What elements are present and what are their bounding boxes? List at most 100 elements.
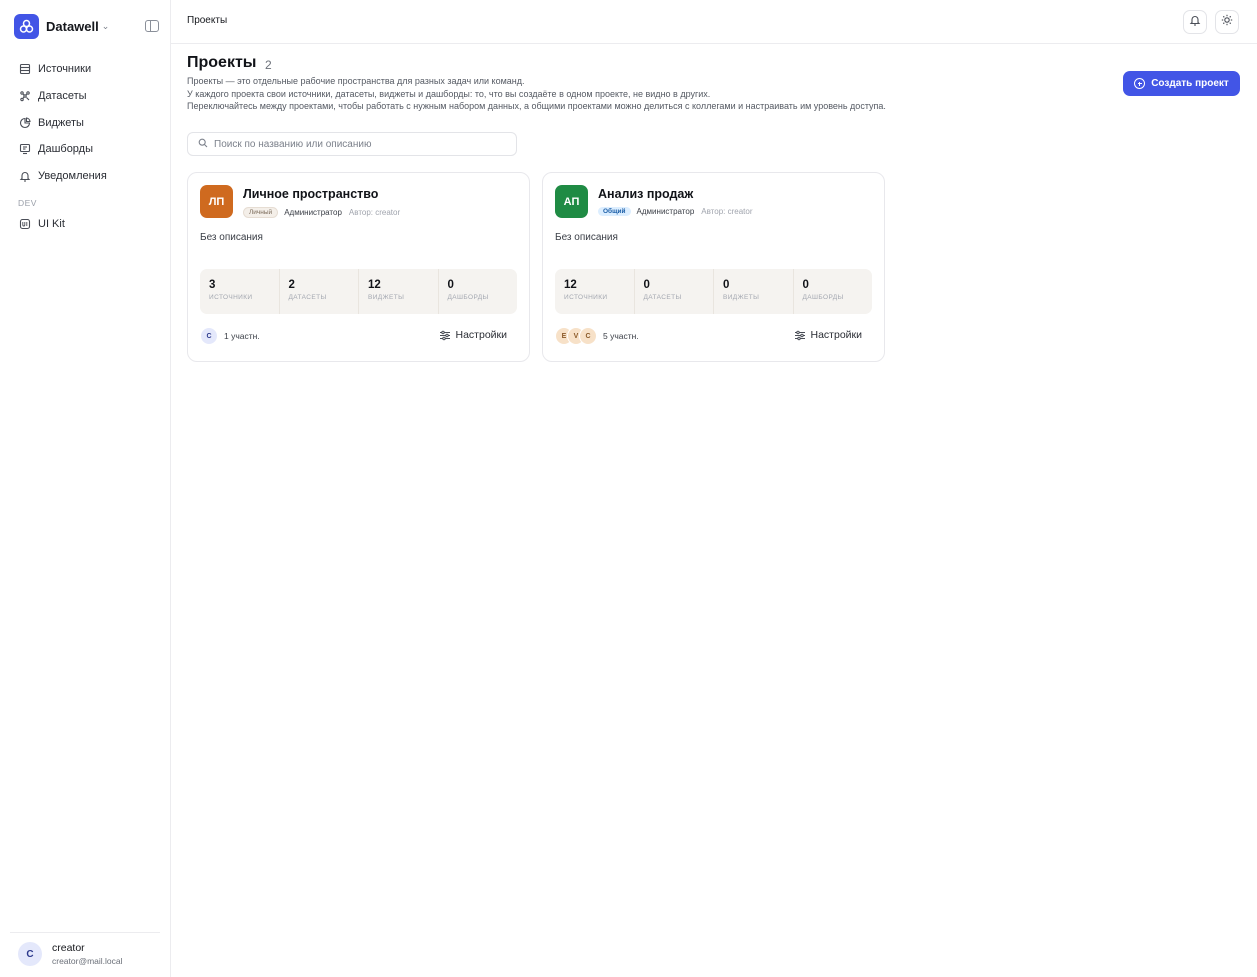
sidebar-section-dev: DEV (18, 198, 37, 208)
bell-icon (18, 169, 32, 183)
project-author: Автор: creator (348, 208, 401, 217)
members-count: 1 участн. (224, 331, 260, 341)
project-footer: E V C 5 участн. Настройки (555, 327, 872, 347)
sidebar-item-label: Дашборды (38, 143, 93, 156)
top-bar: Проекты (171, 0, 1257, 44)
members-count: 5 участн. (603, 331, 639, 341)
stat-value: 2 (288, 279, 295, 291)
page-description: Проекты — это отдельные рабочие простран… (187, 75, 1087, 113)
stat-label: ИСТОЧНИКИ (564, 294, 608, 301)
stat-sources: 3 ИСТОЧНИКИ (200, 269, 280, 314)
sliders-icon (794, 330, 805, 340)
settings-label: Настройки (455, 329, 508, 341)
avatar: C (18, 942, 42, 966)
sidebar-item-datasets[interactable]: Датасеты (14, 83, 164, 110)
project-avatar: ЛП (200, 185, 233, 218)
create-project-label: Создать проект (1151, 78, 1229, 89)
stat-value: 3 (209, 279, 216, 291)
stat-value: 12 (564, 279, 577, 291)
workspace-switcher[interactable]: Datawell ⌄ (14, 14, 109, 39)
user-email: creator@mail.local (52, 956, 123, 966)
stat-widgets: 0 ВИДЖЕТЫ (714, 269, 794, 314)
stat-value: 0 (723, 279, 730, 291)
sidebar-dev-nav: UI Kit (14, 211, 164, 238)
page-title: Проекты (187, 54, 257, 71)
project-description: Без описания (555, 232, 618, 243)
project-stats: 3 ИСТОЧНИКИ 2 ДАТАСЕТЫ 12 ВИДЖЕТЫ 0 ДАШБ… (200, 269, 517, 314)
project-title[interactable]: Личное пространство (243, 187, 378, 201)
stat-dashboards: 0 ДАШБОРДЫ (794, 269, 873, 314)
project-card[interactable]: ЛП Личное пространство Личный Администра… (187, 172, 530, 362)
sidebar-item-notifications[interactable]: Уведомления (14, 163, 164, 190)
sun-icon (1221, 13, 1233, 31)
description-line: Проекты — это отдельные рабочие простран… (187, 76, 525, 86)
project-meta: Личный Администратор Автор: creator (243, 207, 400, 218)
project-description: Без описания (200, 232, 263, 243)
search-input[interactable] (214, 138, 504, 150)
breadcrumb: Проекты (187, 15, 228, 26)
project-members[interactable]: E V C 5 участн. (555, 327, 639, 345)
project-stats: 12 ИСТОЧНИКИ 0 ДАТАСЕТЫ 0 ВИДЖЕТЫ 0 ДАШБ… (555, 269, 872, 314)
database-icon (18, 62, 32, 76)
stat-value: 0 (643, 279, 650, 291)
theme-toggle-button[interactable] (1215, 10, 1239, 34)
chevron-down-icon: ⌄ (101, 21, 110, 31)
project-members[interactable]: C 1 участн. (200, 327, 260, 345)
dataset-icon (18, 89, 32, 103)
user-profile[interactable]: C creator creator@mail.local (10, 932, 160, 972)
project-settings-button[interactable]: Настройки (794, 329, 863, 341)
member-avatar: C (579, 327, 597, 345)
stat-label: ДАШБОРДЫ (802, 294, 844, 301)
ui-kit-icon (18, 217, 32, 231)
stat-value: 0 (802, 279, 809, 291)
sidebar-item-ui-kit[interactable]: UI Kit (14, 211, 164, 238)
member-avatar: C (200, 327, 218, 345)
stat-sources: 12 ИСТОЧНИКИ (555, 269, 635, 314)
project-meta: Общий Администратор Автор: creator (598, 207, 753, 216)
description-line: У каждого проекта свои источники, датасе… (187, 88, 711, 99)
stat-widgets: 12 ВИДЖЕТЫ (359, 269, 439, 314)
project-title[interactable]: Анализ продаж (598, 187, 693, 201)
project-settings-button[interactable]: Настройки (439, 329, 508, 341)
stat-label: ДАШБОРДЫ (447, 294, 489, 301)
description-line: Переключайтесь между проектами, чтобы ра… (187, 101, 886, 111)
notifications-button[interactable] (1183, 10, 1207, 34)
dashboard-icon (18, 142, 32, 156)
sidebar-item-dashboards[interactable]: Дашборды (14, 136, 164, 163)
app-name: Datawell (46, 19, 99, 34)
plus-circle-icon (1134, 78, 1146, 89)
user-name: creator (52, 942, 85, 954)
project-avatar: АП (555, 185, 588, 218)
project-role: Администратор (284, 208, 342, 217)
stat-value: 0 (447, 279, 454, 291)
project-type-badge: Общий (598, 207, 631, 216)
sidebar: Datawell ⌄ Источники Датасеты Виджеты Да… (0, 0, 171, 977)
sliders-icon (439, 330, 450, 340)
sidebar-item-sources[interactable]: Источники (14, 56, 164, 83)
sidebar-nav: Источники Датасеты Виджеты Дашборды Увед… (14, 56, 164, 189)
settings-label: Настройки (810, 329, 863, 341)
datawell-logo-icon (14, 14, 39, 39)
stat-label: ВИДЖЕТЫ (368, 294, 405, 301)
sidebar-item-label: Виджеты (38, 116, 84, 129)
sidebar-item-label: UI Kit (38, 218, 65, 231)
stat-value: 12 (368, 279, 381, 291)
create-project-button[interactable]: Создать проект (1123, 71, 1240, 96)
sidebar-item-label: Источники (38, 63, 92, 76)
project-type-badge: Личный (243, 207, 279, 218)
sidebar-item-widgets[interactable]: Виджеты (14, 109, 164, 136)
chart-pie-icon (18, 116, 32, 130)
search-icon (198, 135, 208, 153)
stat-label: ДАТАСЕТЫ (288, 294, 327, 301)
stat-datasets: 0 ДАТАСЕТЫ (635, 269, 714, 314)
project-card[interactable]: АП Анализ продаж Общий Администратор Авт… (542, 172, 885, 362)
stat-dashboards: 0 ДАШБОРДЫ (439, 269, 518, 314)
sidebar-item-label: Уведомления (38, 170, 107, 183)
sidebar-toggle-icon[interactable] (145, 20, 159, 32)
project-author: Автор: creator (701, 207, 753, 216)
project-role: Администратор (636, 207, 695, 216)
stat-label: ВИДЖЕТЫ (723, 294, 760, 301)
search-box (187, 132, 517, 156)
stat-label: ДАТАСЕТЫ (643, 294, 682, 301)
stat-label: ИСТОЧНИКИ (209, 294, 253, 301)
